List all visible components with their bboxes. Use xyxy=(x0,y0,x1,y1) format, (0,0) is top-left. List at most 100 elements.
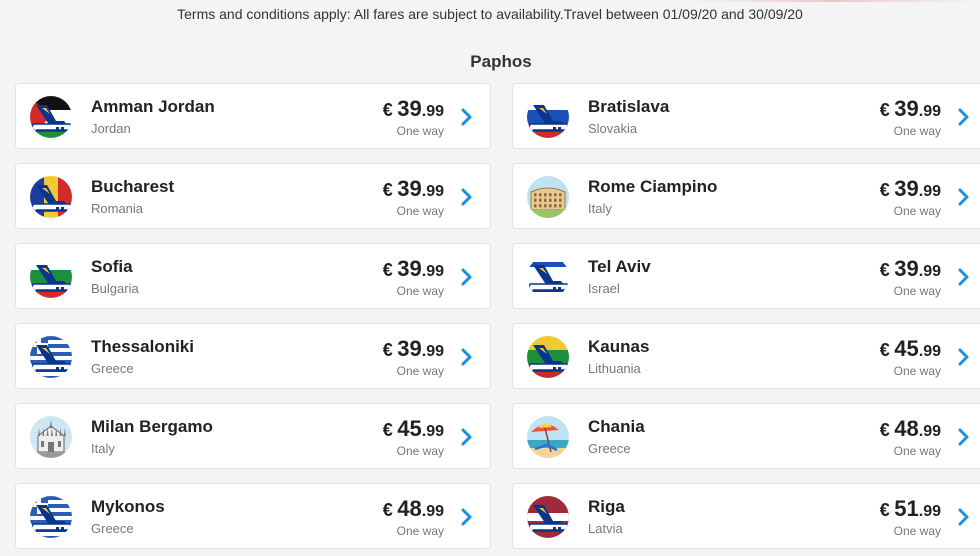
fare-type-label: One way xyxy=(893,364,941,378)
fare-price: € 39.99 xyxy=(383,256,444,282)
destination-card[interactable]: Amman Jordan Jordan € 39.99 One way xyxy=(15,83,491,149)
price-decimal: .99 xyxy=(421,343,444,360)
destination-name: Sofia xyxy=(91,257,133,276)
destination-card[interactable]: Sofia Bulgaria € 39.99 One way xyxy=(15,243,491,309)
currency-symbol: € xyxy=(382,180,393,200)
currency-symbol: € xyxy=(382,340,393,360)
fare-price: € 45.99 xyxy=(880,336,941,362)
price-decimal: .99 xyxy=(421,183,444,200)
chevron-right-icon[interactable] xyxy=(460,187,474,207)
destination-card[interactable]: Chania Greece € 48.99 One way xyxy=(512,403,980,469)
chevron-right-icon[interactable] xyxy=(957,267,971,287)
fare-type-label: One way xyxy=(396,524,444,538)
lithuania-flag-plane-icon xyxy=(527,336,569,378)
origin-city-title: Paphos xyxy=(470,52,532,71)
israel-flag-plane-icon xyxy=(527,256,569,298)
chevron-right-icon[interactable] xyxy=(460,267,474,287)
currency-symbol: € xyxy=(382,100,393,120)
price-integer: 48 xyxy=(894,416,919,441)
fare-price: € 48.99 xyxy=(383,496,444,522)
chevron-right-icon[interactable] xyxy=(460,427,474,447)
destination-card[interactable]: Riga Latvia € 51.99 One way xyxy=(512,483,980,549)
currency-symbol: € xyxy=(382,420,393,440)
fare-price: € 39.99 xyxy=(383,96,444,122)
destination-name: Rome Ciampino xyxy=(588,177,718,196)
chevron-right-icon[interactable] xyxy=(460,347,474,367)
currency-symbol: € xyxy=(879,180,890,200)
currency-symbol: € xyxy=(879,100,890,120)
destination-name: Tel Aviv xyxy=(588,257,651,276)
price-integer: 39 xyxy=(894,176,919,201)
fare-type-label: One way xyxy=(396,124,444,138)
fare-type-label: One way xyxy=(396,444,444,458)
destination-country: Greece xyxy=(588,441,631,456)
fare-price: € 45.99 xyxy=(383,416,444,442)
destination-name: Mykonos xyxy=(91,497,165,516)
destination-card[interactable]: Kaunas Lithuania € 45.99 One way xyxy=(512,323,980,389)
chevron-right-icon[interactable] xyxy=(957,107,971,127)
price-decimal: .99 xyxy=(421,423,444,440)
chevron-right-icon[interactable] xyxy=(957,507,971,527)
destination-card[interactable]: Bucharest Romania € 39.99 One way xyxy=(15,163,491,229)
price-integer: 39 xyxy=(397,256,422,281)
greece-flag-plane-icon xyxy=(30,496,72,538)
destination-name: Chania xyxy=(588,417,645,436)
bulgaria-flag-plane-icon xyxy=(30,256,72,298)
destination-country: Latvia xyxy=(588,521,623,536)
destination-country: Jordan xyxy=(91,121,131,136)
greece-flag-plane-icon xyxy=(30,336,72,378)
fare-type-label: One way xyxy=(396,204,444,218)
destination-card[interactable]: Bratislava Slovakia € 39.99 One way xyxy=(512,83,980,149)
price-decimal: .99 xyxy=(421,103,444,120)
slovakia-flag-plane-icon xyxy=(527,96,569,138)
chevron-right-icon[interactable] xyxy=(957,187,971,207)
currency-symbol: € xyxy=(879,340,890,360)
destination-card[interactable]: Mykonos Greece € 48.99 One way xyxy=(15,483,491,549)
chevron-right-icon[interactable] xyxy=(957,427,971,447)
price-integer: 39 xyxy=(894,96,919,121)
chevron-right-icon[interactable] xyxy=(460,107,474,127)
price-integer: 45 xyxy=(894,336,919,361)
destination-card[interactable]: Tel Aviv Israel € 39.99 One way xyxy=(512,243,980,309)
destination-name: Kaunas xyxy=(588,337,650,356)
price-integer: 48 xyxy=(397,496,422,521)
price-decimal: .99 xyxy=(918,503,941,520)
destination-country: Italy xyxy=(588,201,612,216)
destination-card[interactable]: Milan Bergamo Italy € 45.99 One way xyxy=(15,403,491,469)
beach-umbrella-icon xyxy=(527,416,569,458)
fare-price: € 39.99 xyxy=(880,256,941,282)
price-decimal: .99 xyxy=(421,263,444,280)
price-integer: 39 xyxy=(894,256,919,281)
destination-country: Greece xyxy=(91,521,134,536)
destination-country: Romania xyxy=(91,201,144,216)
fare-price: € 39.99 xyxy=(880,176,941,202)
chevron-right-icon[interactable] xyxy=(460,507,474,527)
destination-card[interactable]: Rome Ciampino Italy € 39.99 One way xyxy=(512,163,980,229)
destination-name: Amman Jordan xyxy=(91,97,215,116)
currency-symbol: € xyxy=(382,260,393,280)
destination-country: Israel xyxy=(588,281,620,296)
price-decimal: .99 xyxy=(918,423,941,440)
destination-name: Milan Bergamo xyxy=(91,417,213,436)
price-decimal: .99 xyxy=(918,103,941,120)
price-decimal: .99 xyxy=(918,263,941,280)
destination-country: Italy xyxy=(91,441,115,456)
price-integer: 45 xyxy=(397,416,422,441)
currency-symbol: € xyxy=(879,420,890,440)
destination-card[interactable]: Thessaloniki Greece € 39.99 One way xyxy=(15,323,491,389)
latvia-flag-plane-icon xyxy=(527,496,569,538)
fare-type-label: One way xyxy=(893,524,941,538)
fare-price: € 48.99 xyxy=(880,416,941,442)
price-decimal: .99 xyxy=(918,183,941,200)
top-divider xyxy=(0,0,980,2)
price-decimal: .99 xyxy=(918,343,941,360)
fare-type-label: One way xyxy=(893,284,941,298)
destination-name: Bratislava xyxy=(588,97,670,116)
currency-symbol: € xyxy=(879,260,890,280)
milan-cathedral-icon xyxy=(30,416,72,458)
fare-type-label: One way xyxy=(396,284,444,298)
fare-price: € 39.99 xyxy=(880,96,941,122)
jordan-flag-plane-icon xyxy=(30,96,72,138)
fare-type-label: One way xyxy=(893,204,941,218)
chevron-right-icon[interactable] xyxy=(957,347,971,367)
